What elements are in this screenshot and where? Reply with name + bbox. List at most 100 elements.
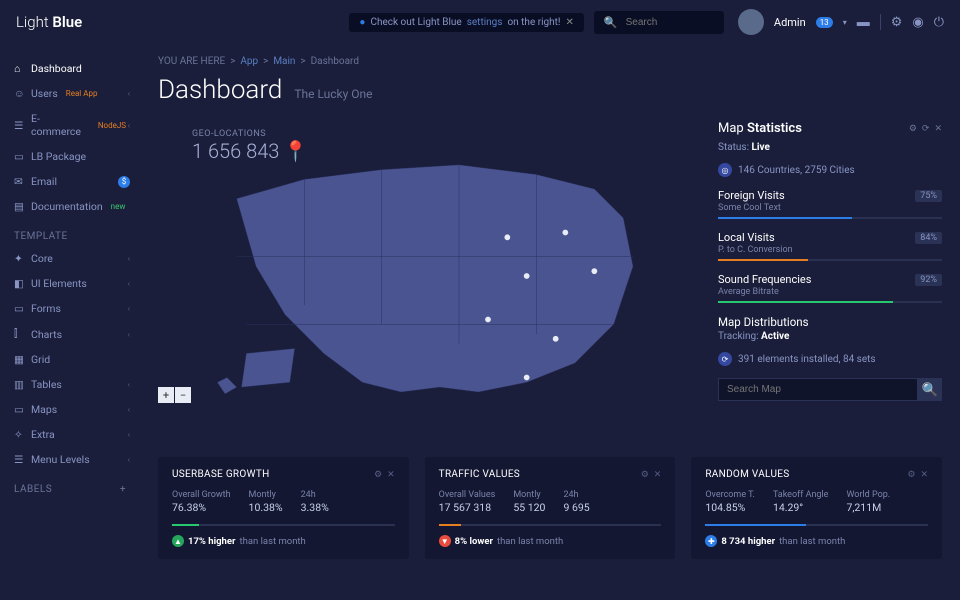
foot-value: 8% lower (455, 536, 493, 547)
gear-icon[interactable]: ⚙ (374, 470, 382, 480)
nav-icon: ☺ (14, 87, 24, 100)
trend-icon: ✚ (705, 535, 717, 547)
sidebar-item-label: Core (31, 252, 53, 265)
close-icon[interactable]: ✕ (934, 124, 942, 134)
globe-icon[interactable]: ◉ (912, 15, 923, 30)
global-search[interactable]: 🔍 (594, 11, 724, 34)
card-userbase-growth: USERBASE GROWTH⚙✕Overall Growth76.38%Mon… (158, 457, 409, 559)
stat-value: 7,211M (846, 501, 890, 514)
stat-label: Overall Growth (172, 490, 231, 500)
sidebar-item-email[interactable]: ✉Email$ (0, 169, 140, 194)
nav-icon: ✦ (14, 252, 24, 265)
zoom-out-button[interactable]: − (175, 387, 191, 403)
page-title: Dashboard The Lucky One (158, 75, 942, 105)
foot-value: 17% higher (188, 536, 235, 547)
close-icon[interactable]: ✕ (654, 470, 662, 480)
metric-title: Foreign Visits (718, 189, 785, 202)
zoom-in-button[interactable]: + (158, 387, 174, 403)
metric-local-visits: Local Visits84%P. to C. Conversion (718, 231, 942, 261)
sidebar-item-lb-package[interactable]: ▭LB Package (0, 144, 140, 169)
gear-icon[interactable]: ⚙ (891, 15, 903, 30)
nav-icon: ⫿ (14, 327, 24, 341)
sidebar-item-documentation[interactable]: ▤Documentationnew (0, 194, 140, 219)
metric-pct: 84% (915, 232, 942, 244)
nav-icon: ☰ (14, 453, 24, 466)
sidebar-item-menu-levels[interactable]: ☰ Menu Levels ‹ (0, 447, 140, 472)
search-input[interactable] (626, 17, 714, 28)
geo-value: 1 656 843 📍 (192, 139, 308, 163)
metric-sub: Some Cool Text (718, 203, 942, 213)
sidebar-item-maps[interactable]: ▭Maps‹ (0, 397, 140, 422)
sidebar-item-charts[interactable]: ⫿ Charts ‹ (0, 321, 140, 347)
metric-pct: 75% (915, 190, 942, 202)
bc-main[interactable]: Main (273, 56, 295, 67)
stat-label: World Pop. (846, 490, 890, 500)
trend-icon: ▼ (439, 535, 451, 547)
gear-icon[interactable]: ⚙ (909, 124, 917, 134)
close-icon[interactable]: ✕ (387, 470, 395, 480)
map-statistics-panel: Map Statistics ⚙ ⟳ ✕ Status: Live ◎ 146 … (718, 121, 942, 441)
geo-label: GEO-LOCATIONS (192, 129, 308, 139)
sidebar-item-label: Charts (31, 328, 62, 341)
tracking-line: Tracking: Active (718, 331, 942, 342)
sidebar-item-label: Forms (31, 302, 61, 315)
sidebar-item-e-commerce[interactable]: ☰E-commerceNodeJS‹ (0, 106, 140, 144)
chevron-left-icon: ‹ (128, 455, 130, 464)
refresh-icon[interactable]: ⟳ (922, 124, 930, 134)
add-label-icon[interactable]: + (120, 484, 126, 495)
metric-title: Sound Frequencies (718, 273, 811, 286)
tag: Real App (66, 89, 98, 98)
gear-icon[interactable]: ⚙ (907, 470, 915, 480)
bc-app[interactable]: App (240, 56, 258, 67)
search-map-button[interactable]: 🔍 (918, 378, 942, 401)
pin-icon: 📍 (283, 139, 308, 163)
nav-icon: ⌂ (14, 62, 24, 75)
status-line: Status: Live (718, 142, 942, 153)
chevron-left-icon: ‹ (128, 330, 130, 339)
card-random-values: RANDOM VALUES⚙✕Overcome T.104.85%Takeoff… (691, 457, 942, 559)
sidebar-item-label: Email (31, 175, 57, 188)
dist-title: Map Distributions (718, 315, 942, 329)
sidebar-item-forms[interactable]: ▭Forms‹ (0, 296, 140, 321)
nav-icon: ☰ (14, 119, 24, 132)
sidebar-item-label: LB Package (31, 150, 86, 163)
sidebar-item-tables[interactable]: ▥Tables‹ (0, 372, 140, 397)
sidebar-item-label: Menu Levels (31, 453, 90, 466)
trend-icon: ▲ (172, 535, 184, 547)
power-icon[interactable]: ⏻ (934, 15, 944, 30)
nav-icon: ◧ (14, 277, 24, 290)
sidebar-item-label: E-commerce (31, 112, 90, 138)
chat-icon[interactable]: ▬ (857, 14, 870, 30)
sidebar-item-extra[interactable]: ✧Extra‹ (0, 422, 140, 447)
stat-value: 76.38% (172, 501, 231, 514)
stat-value: 14.29° (773, 501, 829, 514)
avatar[interactable] (738, 9, 764, 35)
gear-icon[interactable]: ⚙ (641, 470, 649, 480)
foot-text: than last month (239, 536, 305, 547)
user-name: Admin (774, 16, 806, 29)
close-icon[interactable]: ✕ (920, 470, 928, 480)
sidebar-item-dashboard[interactable]: ⌂Dashboard (0, 56, 140, 81)
sidebar-section-labels: LABELS+ (0, 472, 140, 499)
nav-icon: ▥ (14, 378, 24, 391)
logo[interactable]: Light Blue (16, 13, 82, 31)
breadcrumb: YOU ARE HERE > App > Main > Dashboard (158, 56, 942, 67)
banner-settings-link[interactable]: settings (467, 17, 503, 28)
map-area[interactable]: GEO-LOCATIONS 1 656 843 📍 + − (158, 121, 702, 441)
search-map-input[interactable] (718, 378, 918, 401)
sidebar-item-ui-elements[interactable]: ◧UI Elements‹ (0, 271, 140, 296)
countries-info: ◎ 146 Countries, 2759 Cities (718, 163, 942, 177)
stat-label: Montly (249, 490, 283, 500)
sidebar-item-label: Grid (31, 353, 50, 366)
chevron-down-icon[interactable]: ▾ (843, 18, 847, 27)
stat-label: Overall Values (439, 490, 496, 500)
chevron-left-icon: ‹ (128, 121, 130, 130)
sidebar-item-users[interactable]: ☺UsersReal App‹ (0, 81, 140, 106)
stat-label: Overcome T. (705, 490, 755, 500)
sidebar-item-core[interactable]: ✦Core‹ (0, 246, 140, 271)
us-map[interactable] (158, 131, 702, 421)
metric-pct: 92% (915, 274, 942, 286)
sidebar-item-grid[interactable]: ▦Grid (0, 347, 140, 372)
close-icon[interactable]: ✕ (566, 17, 574, 28)
metric-sound-frequencies: Sound Frequencies92%Average Bitrate (718, 273, 942, 303)
